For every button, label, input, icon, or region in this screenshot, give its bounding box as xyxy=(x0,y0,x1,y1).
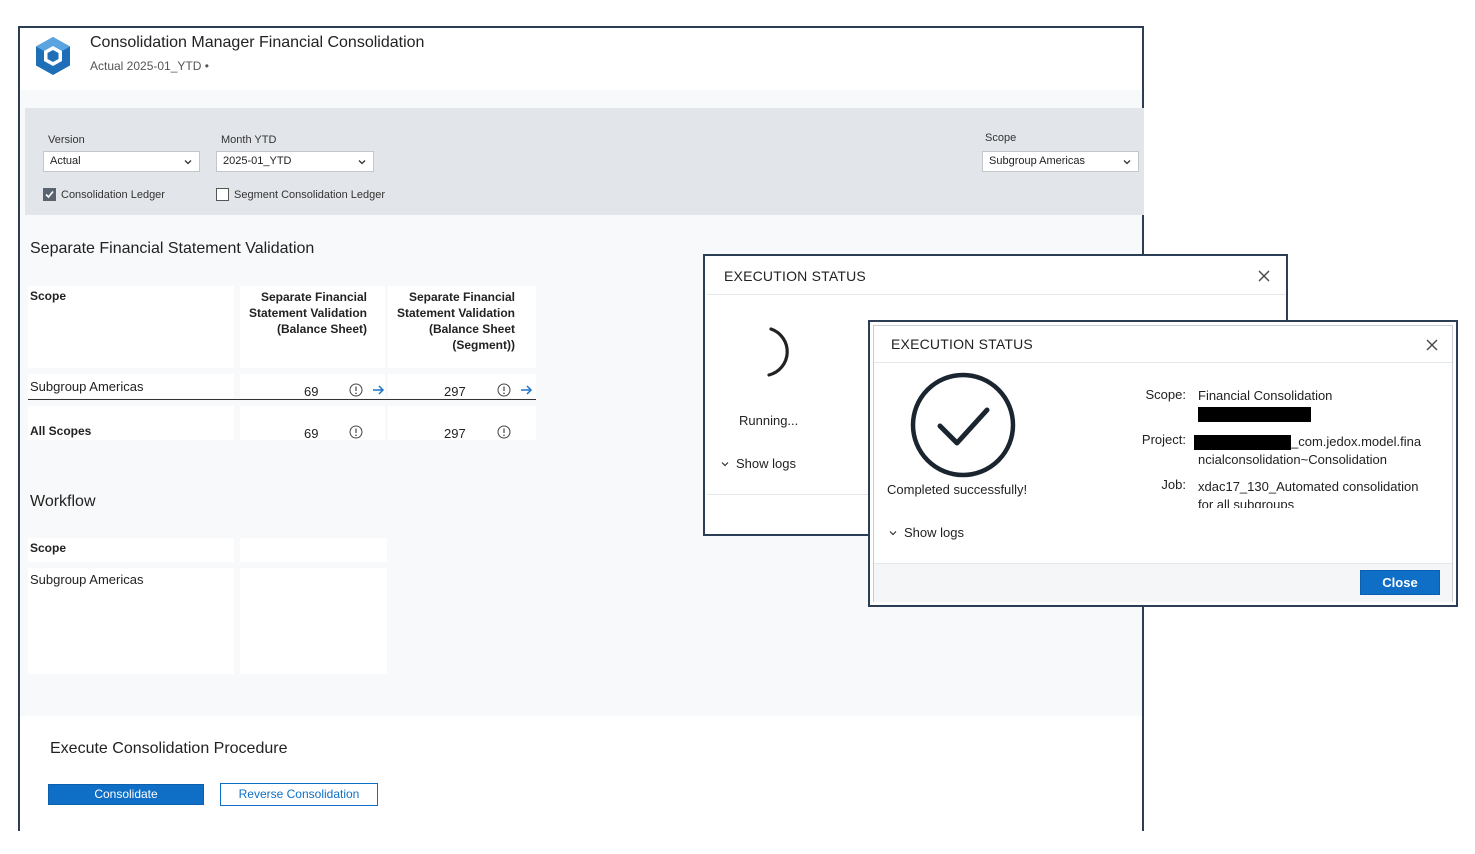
job-value: xdac17_130_Automated consolidation for a… xyxy=(1198,479,1419,508)
row-divider xyxy=(28,399,536,400)
month-value: 2025-01_YTD xyxy=(223,155,292,167)
consolidation-ledger-label: Consolidation Ledger xyxy=(61,188,165,201)
scope-value: Subgroup Americas xyxy=(989,155,1085,167)
table-row: All Scopes xyxy=(28,406,234,440)
success-check-icon xyxy=(910,372,1016,478)
spinner-icon xyxy=(767,327,789,377)
segment-ledger-checkbox-row[interactable]: Segment Consolidation Ledger xyxy=(216,188,385,201)
dialog-separator xyxy=(707,294,1286,295)
scope-select[interactable]: Subgroup Americas xyxy=(982,151,1139,172)
scope-label: Scope xyxy=(985,132,1017,144)
scope-value: Financial Consolidation xyxy=(1198,387,1332,423)
execute-title: Execute Consolidation Procedure xyxy=(50,740,288,757)
validation-title: Separate Financial Statement Validation xyxy=(30,240,315,257)
consolidate-button[interactable]: Consolidate xyxy=(48,784,204,805)
project-value: _com.jedox.model.fina ncialconsolidation… xyxy=(1194,433,1434,469)
row-scope[interactable]: Subgroup Americas xyxy=(30,379,143,394)
chevron-down-icon xyxy=(721,461,729,466)
checkmark-icon xyxy=(45,190,54,199)
app-title: Consolidation Manager Financial Consolid… xyxy=(90,34,425,51)
completed-status-text: Completed successfully! xyxy=(887,482,1028,497)
info-icon[interactable] xyxy=(349,383,363,397)
dialog-separator xyxy=(874,362,1452,363)
chevron-down-icon xyxy=(358,160,366,165)
value-bs-segment: 297 xyxy=(444,384,466,399)
validation-header-scope: Scope xyxy=(28,286,234,368)
chevron-down-icon xyxy=(184,160,192,165)
validation-header-bs-segment: Separate Financial Statement Validation … xyxy=(388,286,536,368)
workflow-title: Workflow xyxy=(30,493,96,510)
month-label: Month YTD xyxy=(221,134,277,146)
execute-panel: Execute Consolidation Procedure Consolid… xyxy=(20,716,1142,831)
redacted-block xyxy=(1194,435,1291,451)
value-bs-segment: 297 xyxy=(444,426,466,441)
validation-header-bs: Separate Financial Statement Validation … xyxy=(240,286,385,368)
close-icon[interactable] xyxy=(1426,339,1438,351)
app-subtitle: Actual 2025-01_YTD • xyxy=(90,59,209,73)
version-select[interactable]: Actual xyxy=(43,151,200,172)
version-value: Actual xyxy=(50,155,81,167)
dialog-title: EXECUTION STATUS xyxy=(891,336,1033,352)
workflow-row: Subgroup Americas xyxy=(28,568,234,674)
execution-status-dialog-completed: EXECUTION STATUS Completed successfully!… xyxy=(868,320,1458,607)
row-scope: All Scopes xyxy=(30,424,92,438)
value-bs: 69 xyxy=(304,384,319,399)
version-label: Version xyxy=(48,134,85,146)
consolidation-ledger-checkbox[interactable] xyxy=(43,188,56,201)
table-row: Subgroup Americas xyxy=(28,374,234,398)
segment-ledger-label: Segment Consolidation Ledger xyxy=(234,188,386,201)
month-select[interactable]: 2025-01_YTD xyxy=(216,151,374,172)
show-logs-toggle[interactable]: Show logs xyxy=(721,456,796,471)
workflow-row-empty xyxy=(240,568,387,674)
filter-bar: Version Actual Month YTD 2025-01_YTD Sco… xyxy=(25,108,1144,215)
info-icon[interactable] xyxy=(497,383,511,397)
chevron-down-icon xyxy=(889,530,897,535)
close-icon[interactable] xyxy=(1258,270,1270,282)
consolidation-ledger-checkbox-row[interactable]: Consolidation Ledger xyxy=(43,188,165,201)
job-key: Job: xyxy=(1161,477,1186,492)
arrow-right-icon[interactable] xyxy=(520,384,533,396)
show-logs-toggle[interactable]: Show logs xyxy=(889,525,964,540)
reverse-consolidation-button[interactable]: Reverse Consolidation xyxy=(220,783,378,806)
workflow-row-scope: Subgroup Americas xyxy=(30,572,144,587)
chevron-down-icon xyxy=(1123,160,1131,165)
workflow-header-scope: Scope xyxy=(28,538,234,562)
show-logs-label: Show logs xyxy=(904,525,964,540)
dialog-title: EXECUTION STATUS xyxy=(724,268,866,284)
workflow-header-empty xyxy=(240,538,387,562)
info-icon[interactable] xyxy=(497,425,511,439)
project-key: Project: xyxy=(1141,432,1186,447)
info-icon[interactable] xyxy=(349,425,363,439)
value-bs: 69 xyxy=(304,426,319,441)
app-logo-icon xyxy=(36,37,70,75)
scope-key: Scope: xyxy=(1145,387,1186,402)
app-header: Consolidation Manager Financial Consolid… xyxy=(20,28,1142,90)
redacted-block xyxy=(1198,407,1311,423)
segment-ledger-checkbox[interactable] xyxy=(216,188,229,201)
close-button[interactable]: Close xyxy=(1360,570,1440,595)
show-logs-label: Show logs xyxy=(736,456,796,471)
running-status-text: Running... xyxy=(739,413,799,428)
arrow-right-icon[interactable] xyxy=(372,384,385,396)
